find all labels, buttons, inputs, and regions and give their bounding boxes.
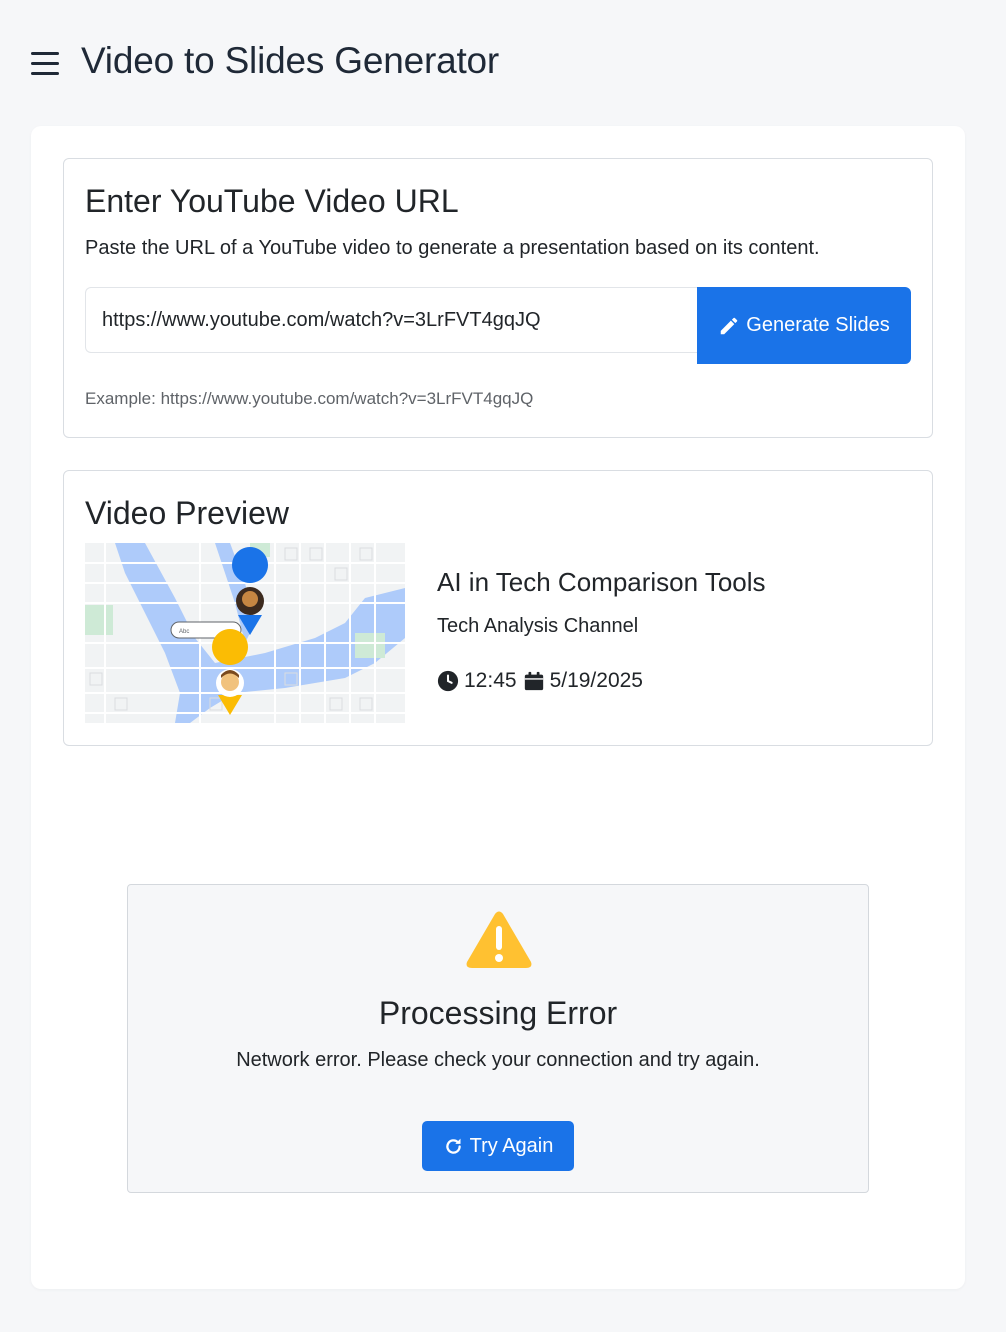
warning-triangle-icon: [466, 911, 532, 968]
video-date: 5/19/2025: [549, 669, 643, 692]
try-again-button[interactable]: Try Again: [422, 1121, 574, 1171]
main-panel: Enter YouTube Video URL Paste the URL of…: [31, 126, 965, 1289]
video-preview-card: Video Preview Abc AI in Tech Comparison …: [63, 470, 933, 746]
video-meta: 12:45 5/19/2025: [437, 669, 643, 693]
url-example-text: Example: https://www.youtube.com/watch?v…: [85, 389, 534, 408]
generate-slides-button[interactable]: Generate Slides: [697, 287, 911, 364]
hamburger-menu-icon[interactable]: [31, 52, 59, 76]
calendar-icon: [524, 671, 543, 691]
youtube-url-input[interactable]: [85, 287, 698, 353]
pencil-icon: [721, 317, 738, 334]
app-title: Video to Slides Generator: [81, 40, 500, 81]
redo-icon: [445, 1138, 461, 1154]
video-duration: 12:45: [464, 669, 517, 692]
url-section-title: Enter YouTube Video URL: [85, 183, 459, 219]
generate-slides-label: Generate Slides: [746, 314, 890, 336]
clock-icon: [437, 670, 459, 692]
url-section-description: Paste the URL of a YouTube video to gene…: [85, 237, 820, 259]
error-message: Network error. Please check your connect…: [236, 1049, 760, 1071]
preview-section-title: Video Preview: [85, 495, 289, 531]
map-thumbnail-image: Abc: [85, 543, 405, 723]
video-title: AI in Tech Comparison Tools: [437, 567, 766, 597]
video-thumbnail[interactable]: Abc: [85, 543, 405, 723]
thumbnail-pill-label: Abc: [179, 629, 189, 635]
app-header: Video to Slides Generator: [0, 0, 1006, 126]
error-panel: Processing Error Network error. Please c…: [127, 884, 869, 1193]
try-again-label: Try Again: [469, 1134, 554, 1157]
video-channel: Tech Analysis Channel: [437, 615, 639, 637]
url-input-card: Enter YouTube Video URL Paste the URL of…: [63, 158, 933, 438]
error-title: Processing Error: [378, 995, 618, 1031]
